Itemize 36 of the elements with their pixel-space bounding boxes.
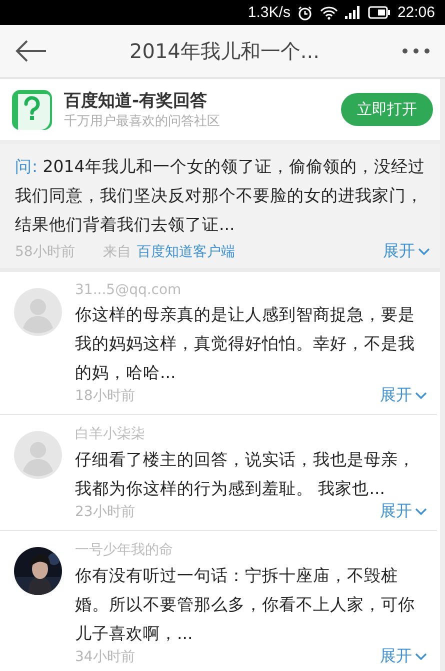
source-link[interactable]: 百度知道客户端 (136, 242, 235, 260)
expand-link[interactable]: 展开 (380, 385, 427, 406)
wifi-icon (320, 6, 338, 20)
battery-icon (368, 6, 390, 19)
question-time: 58小时前 (15, 242, 75, 260)
expand-link[interactable]: 展开 (380, 501, 427, 522)
avatar (14, 431, 62, 479)
username: 白羊小柒柒 (75, 425, 146, 443)
alarm-icon (297, 4, 314, 20)
answer-text: 仔细看了楼主的回答，说实话，我也是母亲，我都为你这样的行为感到羞耻。 我家也... (75, 449, 416, 500)
answer-time: 18小时前 (75, 386, 135, 404)
answer-time: 34小时前 (75, 648, 135, 666)
network-speed: 1.3K/s (248, 4, 290, 21)
open-app-button[interactable]: 立即打开 (341, 93, 433, 126)
answer-text: 你有没有听过一句话：宁拆十座庙，不毁桩婚。所以不要管那么多，你看不上人家，可你儿子喜欢啊，... (75, 565, 416, 645)
chevron-down-icon (415, 652, 427, 660)
expand-link[interactable]: 展开 (383, 241, 430, 262)
expand-link[interactable]: 展开 (380, 646, 427, 667)
question-text: 问: 2014年我儿和一个女的领了证，偷偷领的，没经过我们同意，我们坚决反对那个不要脸的女的进我家门，结果他们背着我们去领了证... (15, 156, 426, 236)
answer-text: 你这样的母亲真的是让人感到智商捉急，要是我的妈妈这样，真觉得好怕怕。幸好，不是我的妈，哈哈... (75, 304, 416, 384)
clock: 22:06 (397, 4, 435, 21)
back-icon[interactable] (14, 39, 48, 63)
answer-time: 23小时前 (75, 502, 135, 520)
app-logo-icon (12, 90, 52, 130)
avatar (14, 288, 62, 336)
app-name: 百度知道-有奖回答 (64, 90, 208, 112)
app-tagline: 千万用户最喜欢的问答社区 (64, 113, 221, 130)
more-icon[interactable] (401, 47, 431, 55)
username: 一号少年我的命 (75, 541, 174, 559)
signal-icon (345, 6, 362, 19)
username: 31...5@qq.com (75, 282, 182, 298)
chevron-down-icon (415, 392, 427, 400)
page-title: 2014年我儿和一个... (128, 38, 320, 64)
chevron-down-icon (418, 248, 430, 256)
source-label: 来自 (102, 242, 131, 260)
chevron-down-icon (415, 508, 427, 516)
